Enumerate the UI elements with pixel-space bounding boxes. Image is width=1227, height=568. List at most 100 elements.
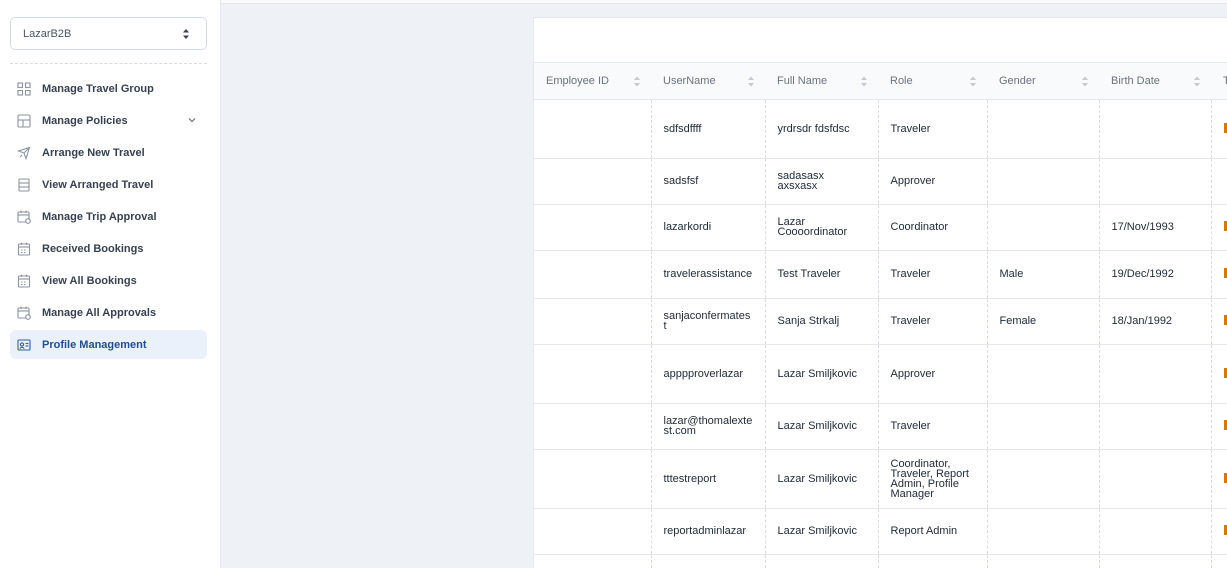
sidebar-item-profile-management[interactable]: Profile Management (10, 330, 207, 359)
cell-full-name: Lazar Smiljkovic (765, 449, 879, 509)
sidebar-item-view-arranged-travel[interactable]: View Arranged Travel (10, 170, 207, 199)
chevron-down-icon[interactable] (187, 115, 197, 125)
sort-icon[interactable] (1081, 75, 1089, 88)
column-header-role[interactable]: Role (878, 63, 987, 100)
cell-cut-off (1211, 449, 1227, 509)
cell-username: apppproverlazar (651, 344, 766, 404)
status-marker (1223, 525, 1227, 535)
sidebar-item-manage-policies[interactable]: Manage Policies (10, 106, 207, 135)
cell-birth-date (1099, 344, 1212, 404)
cell-cut-off (1211, 403, 1227, 450)
cell-birth-date (1099, 403, 1212, 450)
company-select-value: LazarB2B (23, 27, 72, 40)
cell-cut-off (1211, 554, 1227, 568)
cell-cut-off (1211, 344, 1227, 404)
sort-icon[interactable] (1193, 75, 1201, 88)
status-marker (1223, 472, 1227, 483)
cell-birth-date (1099, 449, 1212, 509)
table-icon (17, 113, 31, 128)
column-header-birth-date[interactable]: Birth Date (1099, 63, 1211, 100)
cell-username: sanjaconfermatest (651, 298, 766, 345)
sort-icon[interactable] (747, 75, 755, 88)
sidebar-item-manage-travel-group[interactable]: Manage Travel Group (10, 74, 207, 103)
calendar-check-icon (17, 210, 31, 224)
table-row[interactable]: sanjaconfermatest Sanja Strkalj Traveler… (534, 298, 1227, 345)
cell-role: Traveler (878, 403, 988, 450)
cell-employee-id (534, 508, 652, 555)
cell-employee-id (534, 99, 652, 159)
company-select[interactable]: LazarB2B (10, 17, 207, 50)
cell-employee-id (534, 344, 652, 404)
cell-cut-off (1211, 99, 1227, 159)
sort-icon[interactable] (633, 75, 641, 88)
table-row[interactable]: lazarkordi Lazar Coooordinator Coordinat… (534, 204, 1227, 251)
cell-cut-off (1211, 204, 1227, 251)
cell-cut-off (1211, 250, 1227, 299)
sidebar-item-label: Arrange New Travel (42, 146, 145, 159)
column-header-full-name[interactable]: Full Name (765, 63, 878, 100)
table-row[interactable]: sdfsdffff yrdrsdr fdsfdsc Traveler (534, 99, 1227, 159)
sidebar-item-label: Manage All Approvals (42, 306, 157, 319)
cell-role (878, 554, 988, 568)
cell-username: tttestreport (651, 449, 766, 509)
cell-role: Traveler (878, 250, 988, 299)
status-marker (1223, 268, 1227, 278)
cell-full-name: Test Traveler (765, 250, 879, 299)
calendar-check-icon (17, 306, 31, 320)
sidebar-nav: Manage Travel Group Manage Policies Arra… (10, 74, 207, 362)
cell-role: Approver (878, 344, 988, 404)
table-row[interactable]: travelerassistance Test Traveler Travele… (534, 250, 1227, 299)
sidebar-item-label: Received Bookings (42, 242, 144, 255)
id-card-icon (17, 338, 31, 352)
sort-icon[interactable] (969, 75, 977, 88)
table-row[interactable]: tttestreport Lazar Smiljkovic Coordinato… (534, 449, 1227, 509)
cell-full-name: sadasasx axsxasx (765, 158, 879, 205)
sidebar-item-label: Profile Management (42, 338, 147, 351)
sidebar-item-manage-trip-approval[interactable]: Manage Trip Approval (10, 202, 207, 231)
table-row[interactable] (534, 554, 1227, 568)
cell-cut-off (1211, 158, 1227, 205)
sidebar-item-label: Manage Travel Group (42, 82, 154, 95)
cell-employee-id (534, 204, 652, 251)
cell-role: Report Admin (878, 508, 988, 555)
cell-gender: Female (987, 298, 1100, 345)
cell-gender (987, 158, 1100, 205)
sidebar-item-manage-all-approvals[interactable]: Manage All Approvals (10, 298, 207, 327)
sort-icon[interactable] (860, 75, 868, 88)
sidebar-item-label: Manage Policies (42, 114, 128, 127)
column-header-employee-id[interactable]: Employee ID (534, 63, 651, 100)
grid-icon (17, 81, 31, 96)
column-header-username[interactable]: UserName (651, 63, 765, 100)
sidebar-item-arrange-new-travel[interactable]: Arrange New Travel (10, 138, 207, 167)
cell-birth-date: 19/Dec/1992 (1099, 250, 1212, 299)
users-table-panel: Employee ID UserName Full Name Role Gend… (533, 17, 1227, 568)
sidebar-divider (10, 63, 207, 64)
sidebar-item-label: View All Bookings (42, 274, 137, 287)
column-header-gender[interactable]: Gender (987, 63, 1099, 100)
sidebar-item-label: View Arranged Travel (42, 178, 154, 191)
cell-username: sdfsdffff (651, 99, 766, 159)
cell-role: Coordinator (878, 204, 988, 251)
cell-username (651, 554, 766, 568)
sidebar-item-view-all-bookings[interactable]: View All Bookings (10, 266, 207, 295)
cell-cut-off (1211, 508, 1227, 555)
panel-header (534, 18, 1227, 63)
plane-icon (17, 146, 31, 160)
table-row[interactable]: sadsfsf sadasasx axsxasx Approver (534, 158, 1227, 205)
cell-full-name: Sanja Strkalj (765, 298, 879, 345)
cell-gender (987, 204, 1100, 251)
cell-username: lazarkordi (651, 204, 766, 251)
table-row[interactable]: apppproverlazar Lazar Smiljkovic Approve… (534, 344, 1227, 404)
cell-birth-date (1099, 158, 1212, 205)
status-marker (1223, 420, 1227, 430)
sidebar: LazarB2B Manage Travel Group Manage Poli… (0, 0, 221, 568)
cell-full-name: Lazar Smiljkovic (765, 344, 879, 404)
column-header-cut-off[interactable]: T (1211, 63, 1227, 100)
cell-full-name: Lazar Smiljkovic (765, 403, 879, 450)
table-row[interactable]: reportadminlazar Lazar Smiljkovic Report… (534, 508, 1227, 555)
sidebar-item-received-bookings[interactable]: Received Bookings (10, 234, 207, 263)
cell-gender (987, 554, 1100, 568)
table-row[interactable]: lazar@thomalextest.com Lazar Smiljkovic … (534, 403, 1227, 450)
cell-username: sadsfsf (651, 158, 766, 205)
cell-birth-date: 17/Nov/1993 (1099, 204, 1212, 251)
